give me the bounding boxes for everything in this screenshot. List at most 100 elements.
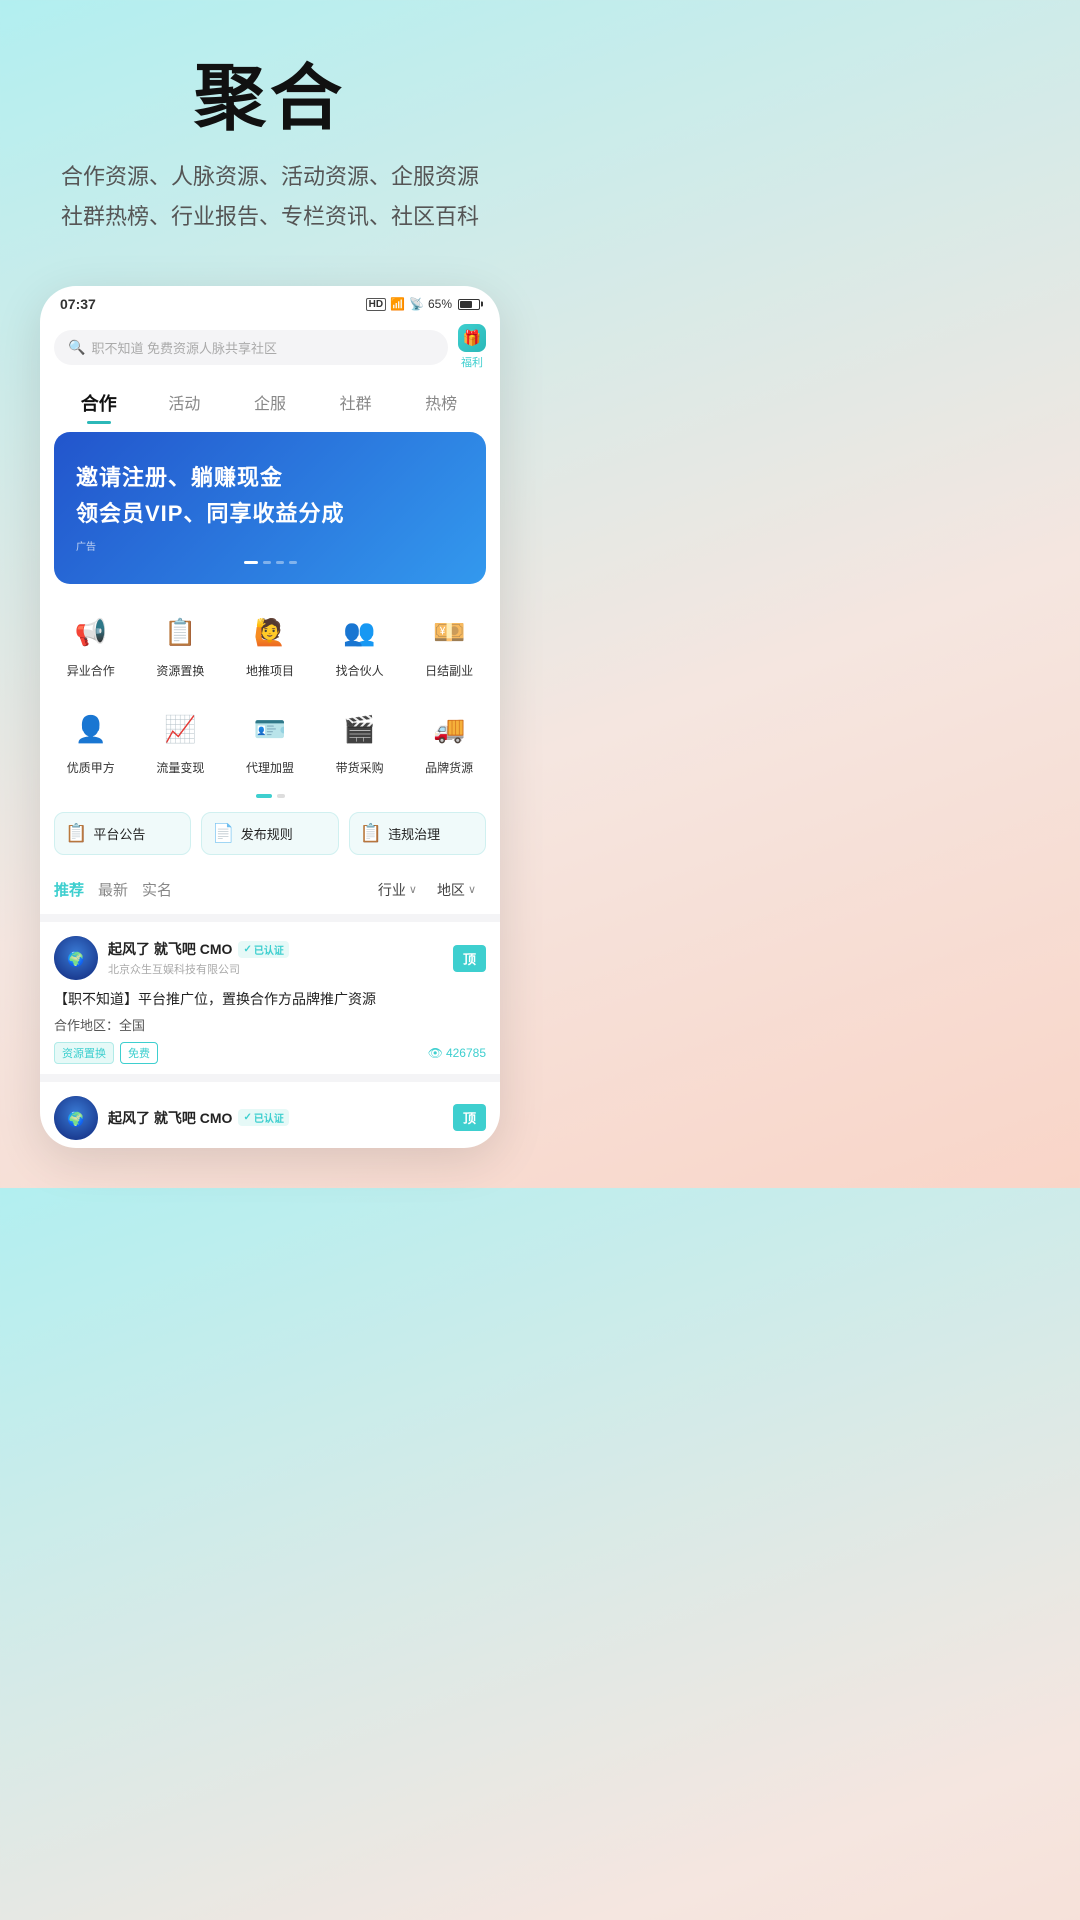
icon-item-agency[interactable]: 🪪 代理加盟 xyxy=(225,695,315,786)
filter-row: 推荐 最新 实名 行业 ∨ 地区 ∨ xyxy=(40,869,500,914)
icon-item-live[interactable]: 🎬 带货采购 xyxy=(315,695,405,786)
tab-trending[interactable]: 热榜 xyxy=(398,384,484,422)
status-icons: HD 📶 📡 65% xyxy=(366,297,480,311)
partner-label: 找合伙人 xyxy=(336,662,384,679)
avatar-image-0: 🌍 xyxy=(54,936,98,980)
post-views-0: 👁 426785 xyxy=(428,1046,486,1060)
post-meta-0: 起风了 就飞吧 CMO ✓ 已认证 北京众生互娱科技有限公司 xyxy=(108,939,443,977)
banner-text1: 邀请注册、躺赚现金 xyxy=(76,460,464,492)
quick-links: 📋 平台公告 📄 发布规则 📋 违规治理 xyxy=(40,806,500,869)
resource-icon: 📋 xyxy=(156,608,204,656)
banner-dot-1 xyxy=(244,561,258,564)
agency-icon: 🪪 xyxy=(246,705,294,753)
icon-item-quality[interactable]: 👤 优质甲方 xyxy=(46,695,136,786)
tag-free: 免费 xyxy=(120,1042,158,1064)
icon-item-resource[interactable]: 📋 资源置换 xyxy=(136,598,226,689)
daily-label: 日结副业 xyxy=(425,662,473,679)
quality-label: 优质甲方 xyxy=(67,759,115,776)
rules-icon: 📄 xyxy=(212,823,234,844)
announcement-icon: 📋 xyxy=(65,823,87,844)
tab-cooperation[interactable]: 合作 xyxy=(56,384,142,422)
wifi-icon: 📡 xyxy=(409,297,424,311)
post-card-0[interactable]: 🌍 起风了 就飞吧 CMO ✓ 已认证 北京众生互娱科技有限公司 顶 【职不知道… xyxy=(40,914,500,1073)
brand-label: 品牌货源 xyxy=(425,759,473,776)
filter-industry[interactable]: 行业 ∨ xyxy=(368,880,427,900)
chevron-down-icon: ∨ xyxy=(468,883,476,896)
traffic-label: 流量变现 xyxy=(156,759,204,776)
signal-icon: 📶 xyxy=(390,297,405,311)
eye-icon: 👁 xyxy=(428,1046,443,1060)
grid-dot-inactive xyxy=(277,794,285,798)
icon-item-ditu[interactable]: 🙋 地推项目 xyxy=(225,598,315,689)
tab-activity[interactable]: 活动 xyxy=(142,384,228,422)
icon-grid-row1: 📢 异业合作 📋 资源置换 🙋 地推项目 👥 找合伙人 💴 日结副业 xyxy=(40,584,500,693)
icon-item-brand[interactable]: 🚚 品牌货源 xyxy=(404,695,494,786)
verified-badge-1: ✓ 已认证 xyxy=(238,1109,288,1126)
grid-page-dots xyxy=(40,790,500,806)
promo-banner[interactable]: 邀请注册、躺赚现金 领会员VIP、同享收益分成 广告 xyxy=(54,432,486,584)
icon-item-daily[interactable]: 💴 日结副业 xyxy=(404,598,494,689)
filter-tab-latest[interactable]: 最新 xyxy=(98,875,142,904)
post-header-0: 🌍 起风了 就飞吧 CMO ✓ 已认证 北京众生互娱科技有限公司 顶 xyxy=(54,936,486,980)
brand-icon: 🚚 xyxy=(425,705,473,753)
post-card-1[interactable]: 🌍 起风了 就飞吧 CMO ✓ 已认证 顶 xyxy=(40,1074,500,1140)
tab-community[interactable]: 社群 xyxy=(313,384,399,422)
quick-link-announcement[interactable]: 📋 平台公告 xyxy=(54,812,191,855)
live-label: 带货采购 xyxy=(336,759,384,776)
top-badge-0: 顶 xyxy=(453,945,486,972)
filter-tab-realname[interactable]: 实名 xyxy=(142,875,186,904)
grid-dot-active xyxy=(256,794,272,798)
post-title-0: 【职不知道】平台推广位，置换合作方品牌推广资源 xyxy=(54,988,486,1010)
announcement-label: 平台公告 xyxy=(93,824,145,843)
icon-grid-row2: 👤 优质甲方 📈 流量变现 🪪 代理加盟 🎬 带货采购 🚚 品牌货源 xyxy=(40,693,500,790)
banner-dot-4 xyxy=(289,561,297,564)
tab-enterprise[interactable]: 企服 xyxy=(227,384,313,422)
post-header-1: 🌍 起风了 就飞吧 CMO ✓ 已认证 顶 xyxy=(54,1096,486,1140)
yiye-label: 异业合作 xyxy=(67,662,115,679)
banner-dot-2 xyxy=(263,561,271,564)
hd-icon: HD xyxy=(366,298,386,311)
filter-region[interactable]: 地区 ∨ xyxy=(427,880,486,900)
post-location-0: 合作地区：全国 xyxy=(54,1015,486,1034)
quick-link-rules[interactable]: 📄 发布规则 xyxy=(201,812,338,855)
banner-dot-3 xyxy=(276,561,284,564)
quick-link-violations[interactable]: 📋 违规治理 xyxy=(349,812,486,855)
banner-dots xyxy=(76,561,464,564)
banner-ad-label: 广告 xyxy=(76,538,464,553)
filter-tab-recommend[interactable]: 推荐 xyxy=(54,875,98,904)
tag-resource: 资源置换 xyxy=(54,1042,114,1064)
post-tags-0: 资源置换 免费 👁 426785 xyxy=(54,1042,486,1064)
welfare-button[interactable]: 🎁 福利 xyxy=(458,324,486,370)
traffic-icon: 📈 xyxy=(156,705,204,753)
rules-label: 发布规则 xyxy=(241,824,293,843)
agency-label: 代理加盟 xyxy=(246,759,294,776)
avatar-image-1: 🌍 xyxy=(54,1096,98,1140)
daily-icon: 💴 xyxy=(425,608,473,656)
welfare-icon: 🎁 xyxy=(458,324,486,352)
icon-item-traffic[interactable]: 📈 流量变现 xyxy=(136,695,226,786)
icon-item-yiye[interactable]: 📢 异业合作 xyxy=(46,598,136,689)
hero-subtitle: 合作资源、人脉资源、活动资源、企服资源 社群热榜、行业报告、专栏资讯、社区百科 xyxy=(30,157,510,236)
phone-screen: 07:37 HD 📶 📡 65% 🔍 职不知道 免费资源人脉共享社区 🎁 福利 xyxy=(40,286,500,1147)
violations-label: 违规治理 xyxy=(388,824,440,843)
phone-mockup: 07:37 HD 📶 📡 65% 🔍 职不知道 免费资源人脉共享社区 🎁 福利 xyxy=(0,266,540,1187)
ditu-icon: 🙋 xyxy=(246,608,294,656)
resource-label: 资源置换 xyxy=(156,662,204,679)
post-username-0: 起风了 就飞吧 CMO ✓ 已认证 xyxy=(108,939,443,959)
live-icon: 🎬 xyxy=(336,705,384,753)
yiye-icon: 📢 xyxy=(67,608,115,656)
partner-icon: 👥 xyxy=(336,608,384,656)
battery-pct: 65% xyxy=(428,297,452,311)
post-username-1: 起风了 就飞吧 CMO ✓ 已认证 xyxy=(108,1108,443,1128)
icon-item-partner[interactable]: 👥 找合伙人 xyxy=(315,598,405,689)
search-bar[interactable]: 🔍 职不知道 免费资源人脉共享社区 xyxy=(54,330,448,365)
avatar-1: 🌍 xyxy=(54,1096,98,1140)
post-meta-1: 起风了 就飞吧 CMO ✓ 已认证 xyxy=(108,1108,443,1128)
avatar-0: 🌍 xyxy=(54,936,98,980)
search-icon: 🔍 xyxy=(68,339,85,356)
battery-icon xyxy=(458,299,480,310)
top-badge-1: 顶 xyxy=(453,1104,486,1131)
chevron-down-icon: ∨ xyxy=(409,883,417,896)
hero-title: 聚合 xyxy=(30,60,510,139)
nav-tabs: 合作 活动 企服 社群 热榜 xyxy=(40,380,500,432)
